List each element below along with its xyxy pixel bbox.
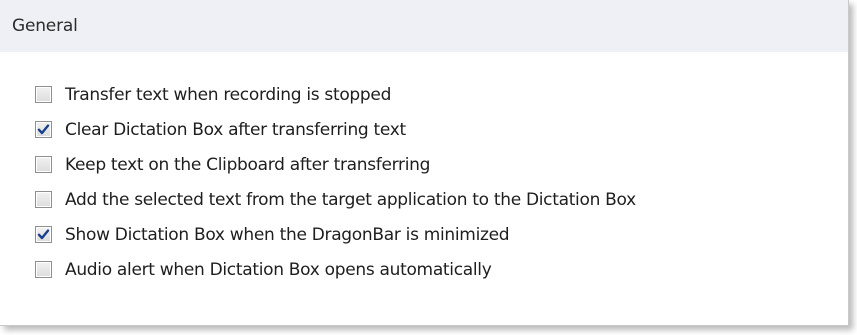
option-label: Show Dictation Box when the DragonBar is… (65, 224, 510, 245)
option-label: Transfer text when recording is stopped (65, 84, 392, 105)
checkmark-icon (37, 124, 50, 135)
option-clear-dictation-box[interactable]: Clear Dictation Box after transferring t… (35, 112, 636, 147)
option-show-dictation-box-minimized[interactable]: Show Dictation Box when the DragonBar is… (35, 217, 636, 252)
checkbox[interactable] (35, 226, 52, 243)
options-list: Transfer text when recording is stopped … (35, 77, 636, 287)
option-audio-alert[interactable]: Audio alert when Dictation Box opens aut… (35, 252, 636, 287)
checkbox[interactable] (35, 121, 52, 138)
checkbox[interactable] (35, 156, 52, 173)
option-transfer-text-when-stopped[interactable]: Transfer text when recording is stopped (35, 77, 636, 112)
checkmark-icon (37, 229, 50, 240)
settings-panel: General Transfer text when recording is … (0, 0, 849, 326)
option-label: Audio alert when Dictation Box opens aut… (65, 259, 492, 280)
section-title: General (12, 16, 78, 36)
section-header: General (0, 0, 848, 52)
option-keep-text-on-clipboard[interactable]: Keep text on the Clipboard after transfe… (35, 147, 636, 182)
checkbox[interactable] (35, 86, 52, 103)
option-label: Add the selected text from the target ap… (65, 189, 636, 210)
checkbox[interactable] (35, 261, 52, 278)
option-label: Clear Dictation Box after transferring t… (65, 119, 406, 140)
checkbox[interactable] (35, 191, 52, 208)
option-add-selected-text[interactable]: Add the selected text from the target ap… (35, 182, 636, 217)
option-label: Keep text on the Clipboard after transfe… (65, 154, 431, 175)
